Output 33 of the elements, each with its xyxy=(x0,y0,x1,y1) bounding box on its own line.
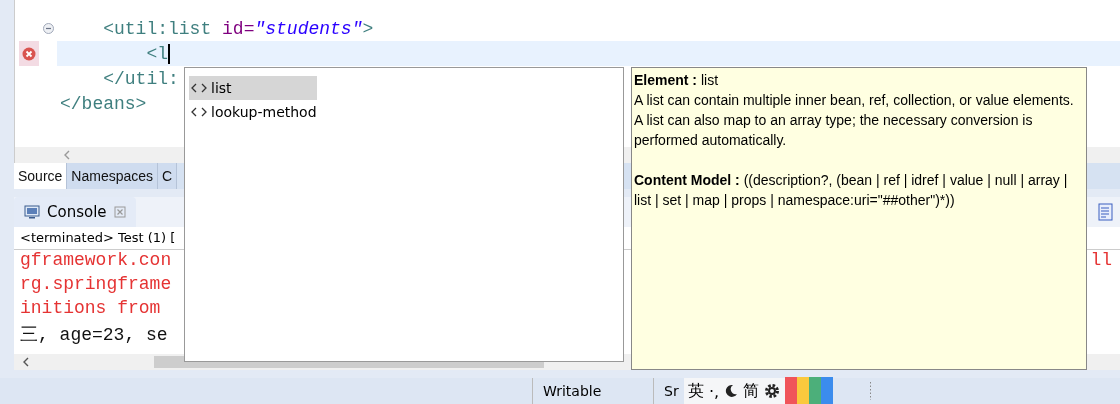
console-icon xyxy=(24,205,40,219)
editor-tab[interactable]: C xyxy=(158,163,178,189)
console-line: 三, age=23, se xyxy=(20,324,168,346)
completion-item[interactable]: list xyxy=(189,76,317,100)
display-console-icon[interactable] xyxy=(1098,203,1114,221)
code-line: <util:list id="students"> xyxy=(102,18,374,39)
code-line: </util: xyxy=(102,68,179,89)
element-description: A list can contain multiple inner bean, ref, collection, or value elements. A list can also map to an array type; the necessary conversion is performed automatically. xyxy=(634,91,1075,150)
console-line: initions from xyxy=(20,298,161,320)
scroll-left-icon[interactable] xyxy=(22,357,30,367)
console-line: gframework.con xyxy=(20,250,172,272)
settings-icon[interactable] xyxy=(764,383,781,399)
console-line: rg.springframe xyxy=(20,274,172,296)
close-icon[interactable] xyxy=(113,206,126,218)
element-heading: Element : list xyxy=(634,71,719,90)
ime-language[interactable]: 英 xyxy=(688,380,704,402)
collapse-icon[interactable] xyxy=(42,23,54,34)
content-model: Content Model : ((description?, (bean | ref | idref | value | null | array | list | set | map | props | namespace:uri="##other")*)) xyxy=(634,171,1069,210)
ime-punctuation[interactable]: ·, xyxy=(709,381,720,401)
console-line: ll xyxy=(1090,250,1113,272)
console-title: Console xyxy=(47,203,107,221)
grip-icon[interactable] xyxy=(869,381,873,401)
write-mode-status: Writable xyxy=(532,378,653,404)
element-icon xyxy=(191,83,207,93)
editor-tab[interactable]: Source xyxy=(14,163,68,189)
ime-script[interactable]: 简 xyxy=(743,380,760,402)
code-line: </beans> xyxy=(59,93,147,114)
code-line: <l xyxy=(145,43,171,64)
completion-item[interactable]: lookup-method xyxy=(189,100,317,124)
console-tab[interactable]: Console xyxy=(14,197,136,227)
editor-tab[interactable]: Namespaces xyxy=(67,163,159,189)
moon-icon[interactable] xyxy=(724,384,739,398)
element-icon xyxy=(191,107,207,117)
